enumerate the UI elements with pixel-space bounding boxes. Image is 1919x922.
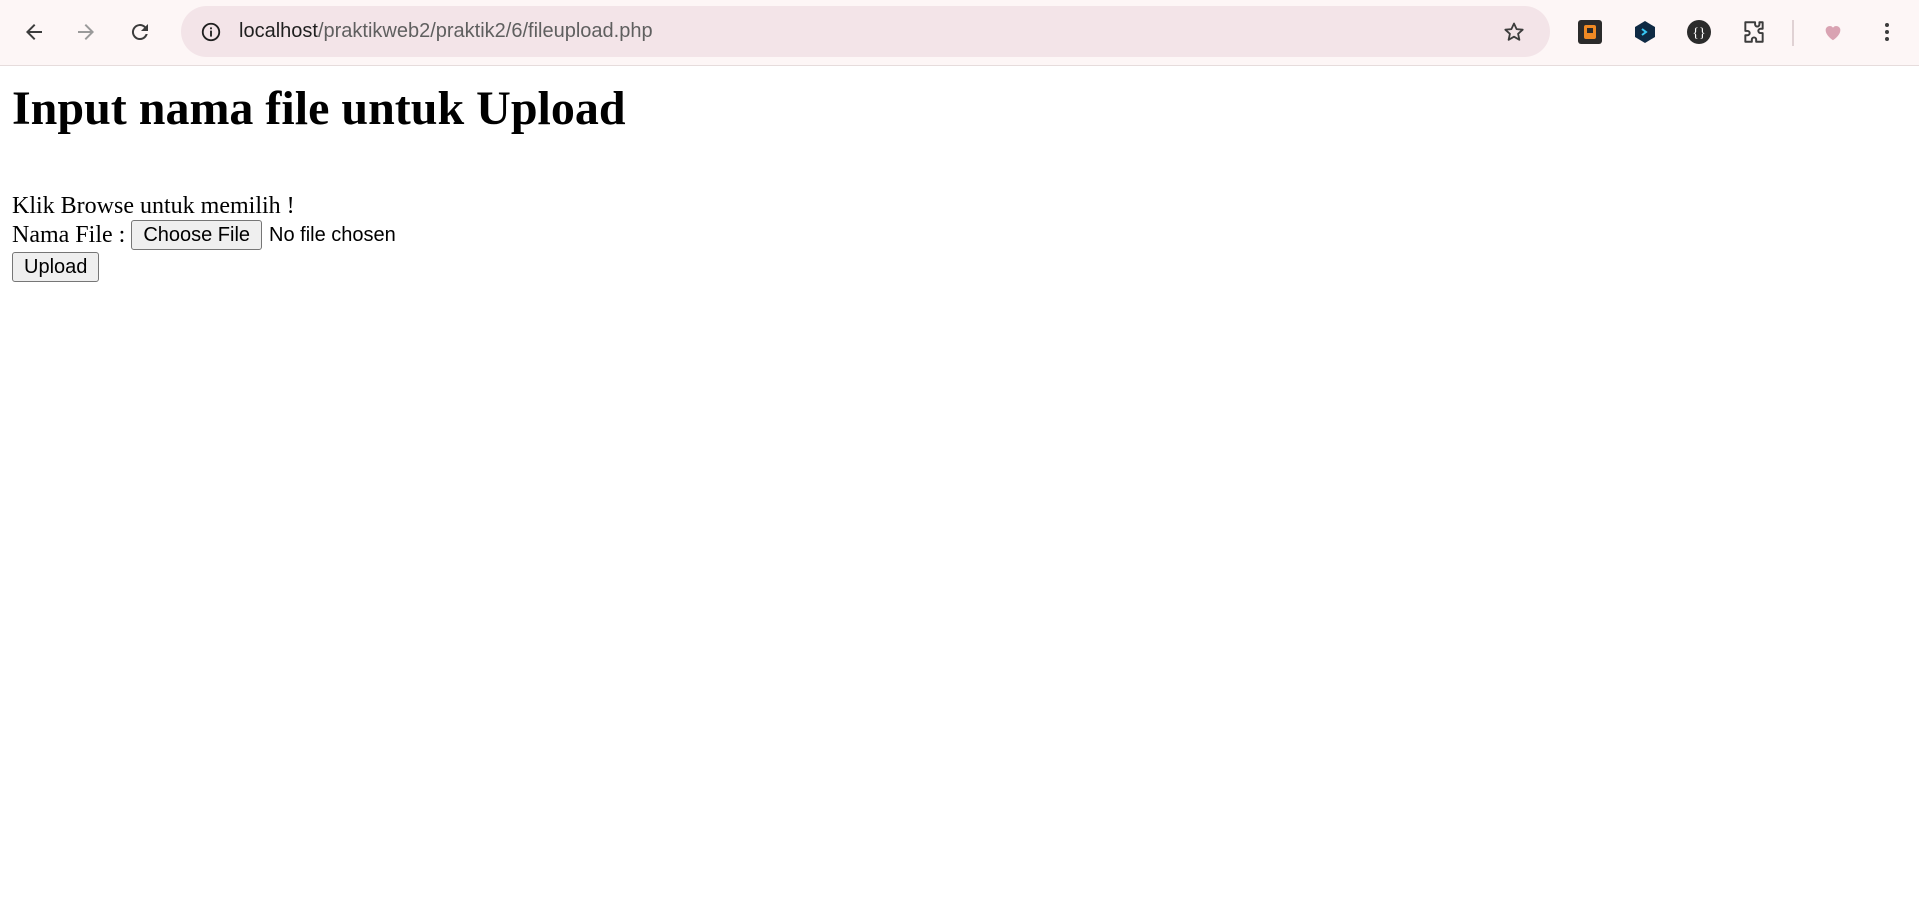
reload-button[interactable] (122, 14, 158, 50)
file-input-row: Nama File : Choose File No file chosen (12, 220, 1919, 251)
profile-heart-icon[interactable] (1816, 15, 1850, 49)
page-heading: Input nama file untuk Upload (12, 82, 626, 135)
url-host: localhost (239, 20, 318, 42)
kebab-menu-icon[interactable] (1870, 15, 1904, 49)
file-label: Nama File : (12, 221, 126, 248)
extension-2-icon[interactable] (1628, 15, 1662, 49)
instruction-text: Klik Browse untuk memilih ! (12, 192, 295, 219)
upload-button[interactable]: Upload (12, 252, 100, 283)
file-status-text: No file chosen (269, 223, 396, 246)
puzzle-icon[interactable] (1737, 15, 1771, 49)
forward-button[interactable] (68, 14, 104, 50)
reload-icon (131, 24, 148, 41)
url-path: /praktikweb2/praktik2/6/fileupload.php (317, 20, 653, 42)
arrow-right-icon (78, 24, 94, 40)
choose-file-button[interactable]: Choose File (131, 220, 263, 251)
address-bar[interactable]: localhost/praktikweb2/praktik2/6/fileupl… (181, 6, 1550, 57)
extension-1-icon[interactable] (1573, 15, 1607, 49)
star-icon[interactable] (1496, 14, 1532, 50)
browser-toolbar: localhost/praktikweb2/praktik2/6/fileupl… (0, 0, 1919, 66)
url-text[interactable]: localhost/praktikweb2/praktik2/6/fileupl… (239, 20, 653, 43)
back-button[interactable] (16, 14, 52, 50)
toolbar-divider (1792, 20, 1794, 46)
info-icon[interactable] (193, 14, 229, 50)
extension-3-icon[interactable]: {} (1682, 15, 1716, 49)
svg-text:{}: {} (1692, 26, 1705, 41)
page-content: Input nama file untuk Upload Klik Browse… (0, 80, 1919, 283)
upload-row: Upload (12, 252, 1919, 283)
arrow-left-icon (26, 24, 42, 40)
